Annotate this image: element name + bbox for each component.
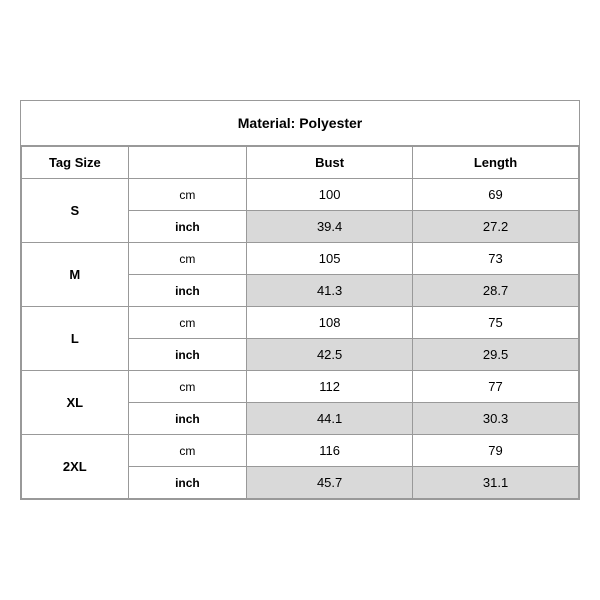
unit-cm: cm: [128, 371, 247, 403]
table-row: XLcm11277: [22, 371, 579, 403]
size-label: XL: [22, 371, 129, 435]
bust-inch: 39.4: [247, 211, 413, 243]
size-label: 2XL: [22, 435, 129, 499]
bust-cm: 108: [247, 307, 413, 339]
bust-inch: 44.1: [247, 403, 413, 435]
length-inch: 27.2: [413, 211, 579, 243]
bust-cm: 100: [247, 179, 413, 211]
chart-title: Material: Polyester: [21, 101, 579, 146]
unit-inch: inch: [128, 403, 247, 435]
size-label: M: [22, 243, 129, 307]
length-cm: 69: [413, 179, 579, 211]
bust-inch: 45.7: [247, 467, 413, 499]
size-chart: Material: Polyester Tag Size Bust Length…: [20, 100, 580, 500]
table-row: 2XLcm11679: [22, 435, 579, 467]
length-inch: 31.1: [413, 467, 579, 499]
length-cm: 77: [413, 371, 579, 403]
bust-inch: 41.3: [247, 275, 413, 307]
length-cm: 79: [413, 435, 579, 467]
header-bust: Bust: [247, 147, 413, 179]
length-cm: 73: [413, 243, 579, 275]
length-cm: 75: [413, 307, 579, 339]
unit-cm: cm: [128, 243, 247, 275]
length-inch: 28.7: [413, 275, 579, 307]
bust-cm: 105: [247, 243, 413, 275]
bust-cm: 116: [247, 435, 413, 467]
header-tag-size: Tag Size: [22, 147, 129, 179]
length-inch: 30.3: [413, 403, 579, 435]
unit-inch: inch: [128, 339, 247, 371]
unit-cm: cm: [128, 179, 247, 211]
unit-inch: inch: [128, 275, 247, 307]
length-inch: 29.5: [413, 339, 579, 371]
bust-cm: 112: [247, 371, 413, 403]
header-length: Length: [413, 147, 579, 179]
size-table: Tag Size Bust Length Scm10069inch39.427.…: [21, 146, 579, 499]
table-row: Lcm10875: [22, 307, 579, 339]
unit-inch: inch: [128, 211, 247, 243]
table-row: Mcm10573: [22, 243, 579, 275]
size-label: L: [22, 307, 129, 371]
header-empty: [128, 147, 247, 179]
unit-cm: cm: [128, 435, 247, 467]
table-row: Scm10069: [22, 179, 579, 211]
size-label: S: [22, 179, 129, 243]
bust-inch: 42.5: [247, 339, 413, 371]
unit-inch: inch: [128, 467, 247, 499]
unit-cm: cm: [128, 307, 247, 339]
